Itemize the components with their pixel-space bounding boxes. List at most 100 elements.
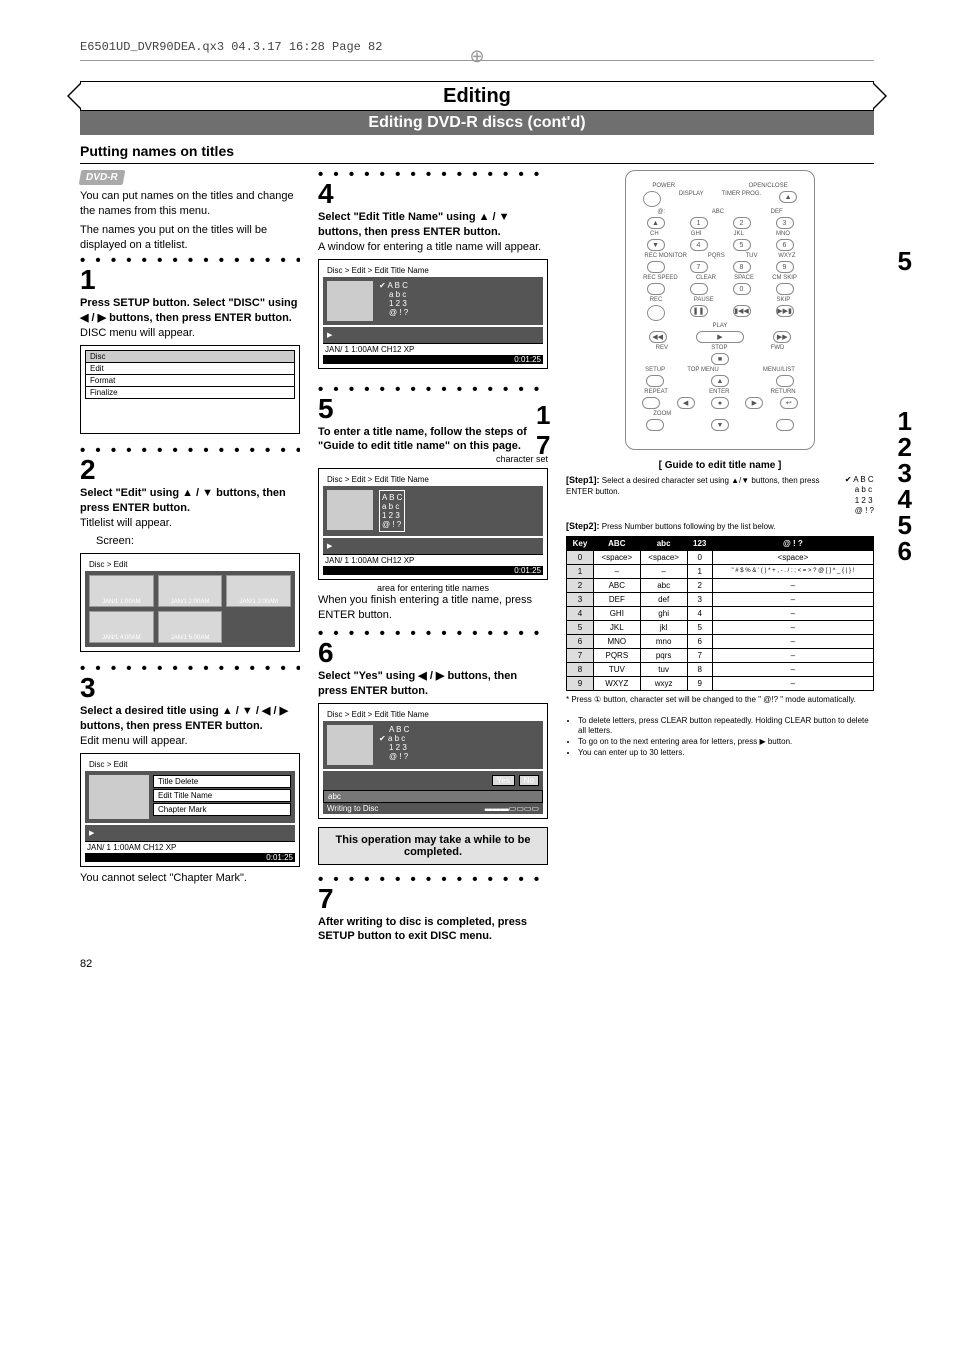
guide-step2-label: [Step2]: xyxy=(566,521,600,531)
table-row: 0<space><space>0<space> xyxy=(567,551,874,565)
open-close-button: ▲ xyxy=(779,191,797,203)
step-2-instruction: Select "Edit" using ▲ / ▼ buttons, then … xyxy=(80,486,300,516)
breadcrumb: Disc > Edit xyxy=(85,558,295,571)
guide-step1-text: Select a desired character set using ▲/▼… xyxy=(566,476,819,496)
charset-option: 1 2 3 xyxy=(379,299,408,308)
num-8-button: 8 xyxy=(733,261,751,273)
charset-option: 1 2 3 xyxy=(845,496,874,506)
ch-down-button: ▼ xyxy=(647,239,665,251)
screen-label: Screen: xyxy=(96,534,300,549)
page-title-bar: Editing xyxy=(80,81,874,111)
step-3-footnote: You cannot select "Chapter Mark". xyxy=(80,871,300,886)
intro-text-1: You can put names on the titles and chan… xyxy=(80,189,300,219)
step-4-screen: Disc > Edit > Edit Title Name ✔ A B C a … xyxy=(318,259,548,369)
step-5-number: 5 xyxy=(318,395,548,423)
entered-text: abc xyxy=(323,790,543,803)
num-6-button: 6 xyxy=(776,239,794,251)
dvd-r-badge: DVD-R xyxy=(79,170,125,185)
menu-item: Format xyxy=(86,375,294,387)
step-divider: • • • • • • • • • • • • • • • • • • • • … xyxy=(318,385,548,395)
callout-right-1: 5 xyxy=(898,246,912,277)
menu-item: Edit Title Name xyxy=(153,789,291,802)
step-2-number: 2 xyxy=(80,456,300,484)
timecode: 0:01:25 xyxy=(323,355,543,364)
charset-option: @ ! ? xyxy=(379,752,409,761)
stop-button: ■ xyxy=(711,353,729,365)
step-divider: • • • • • • • • • • • • • • • • • • • • … xyxy=(318,629,548,639)
step-3-instruction: Select a desired title using ▲ / ▼ / ◀ /… xyxy=(80,704,300,734)
guide-title: [ Guide to edit title name ] xyxy=(566,460,874,471)
guide-footnote-1: * Press ① button, character set will be … xyxy=(566,695,874,705)
title-thumbnail xyxy=(327,725,373,765)
repeat-button xyxy=(642,397,660,409)
step-2-desc: Titlelist will appear. xyxy=(80,516,300,531)
charset-option: @ ! ? xyxy=(382,520,402,529)
step-4-instruction: Select "Edit Title Name" using ▲ / ▼ but… xyxy=(318,210,548,240)
setup-button xyxy=(646,375,664,387)
table-row: 5JKLjkl5– xyxy=(567,621,874,635)
num-2-button: 2 xyxy=(733,217,751,229)
table-row: 7PQRSpqrs7– xyxy=(567,649,874,663)
step-3-number: 3 xyxy=(80,674,300,702)
step-divider: • • • • • • • • • • • • • • • • • • • • … xyxy=(80,446,300,456)
step-divider: • • • • • • • • • • • • • • • • • • • • … xyxy=(80,664,300,674)
down-button: ▼ xyxy=(711,419,729,431)
writing-label: Writing to Disc xyxy=(327,804,378,813)
num-9-button: 9 xyxy=(776,261,794,273)
pause-button: ❚❚ xyxy=(690,305,708,317)
rec-speed-button xyxy=(647,283,665,295)
step-5-instruction: To enter a title name, follow the steps … xyxy=(318,425,548,455)
status-text: JAN/ 1 1:00AM CH12 XP xyxy=(325,556,414,565)
register-mark-icon: ⊕ xyxy=(469,46,484,67)
remote-diagram: POWEROPEN/CLOSE DISPLAYTIMER PROG. ▲ @:A… xyxy=(625,170,815,450)
step-4-desc: A window for entering a title name will … xyxy=(318,240,548,255)
rec-monitor-button xyxy=(647,261,665,273)
step-1-desc: DISC menu will appear. xyxy=(80,326,300,341)
step-7-number: 7 xyxy=(318,885,548,913)
status-text: JAN/ 1 1:00AM CH12 XP xyxy=(325,345,414,354)
fwd-button: ▶▶ xyxy=(773,331,791,343)
breadcrumb: Disc > Edit > Edit Title Name xyxy=(323,708,543,721)
entry-area-label: area for entering title names xyxy=(318,583,548,593)
divider xyxy=(80,163,874,164)
guide-note: To delete letters, press CLEAR button re… xyxy=(578,716,874,738)
step-6-number: 6 xyxy=(318,639,548,667)
rec-button xyxy=(647,305,665,321)
status-text: JAN/ 1 1:00AM CH12 XP xyxy=(87,843,176,852)
table-header: ABC xyxy=(593,537,640,551)
title-thumbnail: JAN/1 5:00AM xyxy=(158,611,223,643)
charset-option: 1 2 3 xyxy=(382,511,402,520)
menu-item: Finalize xyxy=(86,387,294,398)
num-3-button: 3 xyxy=(776,217,794,229)
menu-item: Title Delete xyxy=(153,775,291,788)
charset-option: a b c xyxy=(382,502,402,511)
step-7-instruction: After writing to disc is completed, pres… xyxy=(318,915,548,945)
breadcrumb: Disc > Edit xyxy=(85,758,295,771)
step-3-screen: Disc > Edit Title Delete Edit Title Name… xyxy=(80,753,300,867)
ch-up-button: ▲ xyxy=(647,217,665,229)
num-1-button: 1 xyxy=(690,217,708,229)
charset-option: 1 2 3 xyxy=(379,743,409,752)
num-7-button: 7 xyxy=(690,261,708,273)
table-header: abc xyxy=(640,537,687,551)
intro-text-2: The names you put on the titles will be … xyxy=(80,223,300,253)
zoom-button xyxy=(646,419,664,431)
callout-left-2: 7 xyxy=(536,430,550,461)
title-thumbnail: JAN/1 2:00AM xyxy=(158,575,223,607)
num-5-button: 5 xyxy=(733,239,751,251)
title-thumbnail xyxy=(327,490,373,530)
section-title: Putting names on titles xyxy=(80,143,874,159)
charset-option: A B C xyxy=(379,725,409,734)
charset-option: A B C xyxy=(382,493,402,502)
step-1-instruction: Press SETUP button. Select "DISC" using … xyxy=(80,296,300,326)
title-thumbnail: JAN/1 3:00AM xyxy=(226,575,291,607)
rev-button: ◀◀ xyxy=(649,331,667,343)
title-thumbnail xyxy=(89,775,149,819)
charset-option: A B C xyxy=(387,281,407,290)
clear-button xyxy=(690,283,708,295)
step-5-footnote: When you finish entering a title name, p… xyxy=(318,593,548,623)
return-button-2 xyxy=(776,419,794,431)
menu-title: Disc xyxy=(86,351,294,363)
step-3-desc: Edit menu will appear. xyxy=(80,734,300,749)
no-button: No xyxy=(519,775,539,786)
